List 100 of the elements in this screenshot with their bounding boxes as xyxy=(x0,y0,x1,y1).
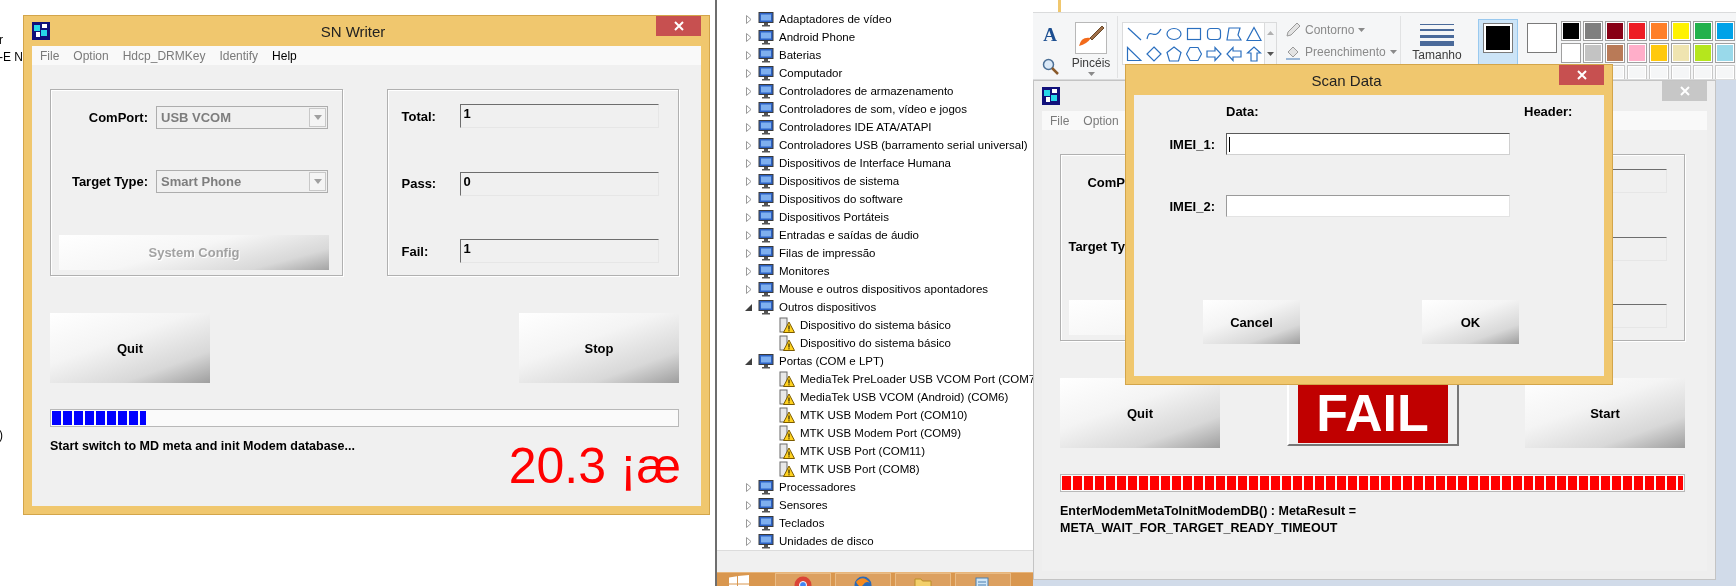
input-field[interactable] xyxy=(1226,195,1510,217)
tree-item[interactable]: Processadores xyxy=(779,481,856,493)
up-arrow-icon[interactable] xyxy=(1246,46,1262,62)
palette-swatch[interactable] xyxy=(1715,65,1735,79)
pentagon-icon[interactable] xyxy=(1166,46,1182,62)
text-tool[interactable]: A xyxy=(1043,25,1057,44)
tree-item[interactable]: Dispositivos de Interface Humana xyxy=(779,157,951,169)
magnifier-icon[interactable] xyxy=(1041,58,1059,75)
tree-item[interactable]: Controladores IDE ATA/ATAPI xyxy=(779,121,932,133)
ellipse-icon[interactable] xyxy=(1166,26,1182,42)
dialog-button[interactable]: Cancel xyxy=(1203,300,1300,344)
triangle-icon[interactable] xyxy=(1246,26,1262,42)
polygon-icon[interactable] xyxy=(1226,26,1242,42)
palette-swatch[interactable] xyxy=(1693,21,1713,41)
tree-item[interactable]: Controladores de som, vídeo e jogos xyxy=(779,103,967,115)
palette-swatch[interactable] xyxy=(1715,21,1735,41)
palette-swatch[interactable] xyxy=(1561,21,1581,41)
rounded-rectangle-icon[interactable] xyxy=(1206,26,1222,42)
caret-icon xyxy=(1087,72,1095,76)
action-button[interactable]: Stop xyxy=(519,313,679,383)
tree-item[interactable]: Dispositivos de sistema xyxy=(779,175,900,187)
palette-swatch[interactable] xyxy=(1561,43,1581,63)
brushes-button[interactable]: Pincéis xyxy=(1068,13,1114,79)
input-field[interactable] xyxy=(1226,133,1510,155)
left-arrow-icon[interactable] xyxy=(1226,46,1242,62)
field-label: IMEI_2: xyxy=(1168,198,1215,214)
close-button[interactable] xyxy=(1559,65,1604,85)
scroll-up-icon[interactable] xyxy=(1267,31,1274,36)
palette-swatch[interactable] xyxy=(1693,65,1713,79)
tree-item[interactable]: Portas (COM e LPT) xyxy=(779,355,884,367)
brush-icon xyxy=(1075,22,1107,54)
scroll-down-icon[interactable] xyxy=(1267,51,1274,56)
field-label: IMEI_1: xyxy=(1168,136,1215,152)
menu-item[interactable]: Help xyxy=(265,48,304,63)
tree-item[interactable]: Dispositivos do software xyxy=(779,193,903,205)
palette-swatch[interactable] xyxy=(1715,43,1735,63)
tree-item[interactable]: Adaptadores de vídeo xyxy=(779,13,892,25)
action-button[interactable]: Quit xyxy=(50,313,210,383)
monitor-icon xyxy=(758,263,774,279)
column-header: Header: xyxy=(1524,104,1573,120)
right-arrow-icon[interactable] xyxy=(1206,46,1222,62)
palette-swatch[interactable] xyxy=(1671,43,1691,63)
palette-swatch[interactable] xyxy=(1627,65,1647,79)
tree-item[interactable]: Android Phone xyxy=(779,31,856,43)
close-button[interactable] xyxy=(656,16,701,36)
tree-item[interactable]: Sensores xyxy=(779,499,828,511)
palette-swatch[interactable] xyxy=(1693,43,1713,63)
tree-item[interactable]: Teclados xyxy=(779,517,825,529)
tree-item[interactable]: Outros dispositivos xyxy=(779,301,877,313)
palette-swatch[interactable] xyxy=(1627,43,1647,63)
monitor-icon xyxy=(758,65,774,81)
expander-icon[interactable] xyxy=(745,356,753,366)
tree-item[interactable]: Controladores USB (barramento serial universal) xyxy=(779,139,1028,151)
field-label: Target Type: xyxy=(70,174,148,189)
tree-item[interactable]: Dispositivo do sistema básico xyxy=(800,319,951,331)
tree-item[interactable]: Computador xyxy=(779,67,843,79)
monitor-icon xyxy=(758,173,774,189)
palette-swatch[interactable] xyxy=(1605,43,1625,63)
palette-swatch[interactable] xyxy=(1671,65,1691,79)
diamond-icon[interactable] xyxy=(1146,46,1162,62)
tree-item[interactable]: MTK USB Port (COM8) xyxy=(800,463,920,475)
counter-field: 1 xyxy=(459,104,659,128)
palette-swatch[interactable] xyxy=(1649,43,1669,63)
palette-swatch[interactable] xyxy=(1649,21,1669,41)
tree-item[interactable]: Filas de impressão xyxy=(779,247,876,259)
monitor-icon xyxy=(758,191,774,207)
hexagon-icon[interactable] xyxy=(1186,46,1202,62)
scrollbar[interactable] xyxy=(717,550,1033,572)
palette-swatch[interactable] xyxy=(1649,65,1669,79)
monitor-icon xyxy=(758,209,774,225)
rectangle-icon[interactable] xyxy=(1186,26,1202,42)
monitor-icon xyxy=(758,479,774,495)
tree-item[interactable]: MediaTek USB VCOM (Android) (COM6) xyxy=(800,391,1009,403)
tree-item[interactable]: MTK USB Modem Port (COM9) xyxy=(800,427,962,439)
app-icon xyxy=(1042,87,1060,105)
tree-item[interactable]: Mouse e outros dispositivos apontadores xyxy=(779,283,989,295)
curve-icon[interactable] xyxy=(1146,26,1162,42)
size-button[interactable]: Tamanho xyxy=(1413,13,1461,69)
tree-item[interactable]: MediaTek PreLoader USB VCOM Port (COM7 xyxy=(800,373,1036,385)
window-title: Scan Data xyxy=(1310,71,1383,89)
tree-item[interactable]: Entradas e saídas de áudio xyxy=(779,229,920,241)
monitor-icon xyxy=(758,227,774,243)
palette-swatch[interactable] xyxy=(1671,21,1691,41)
palette-swatch[interactable] xyxy=(1583,21,1603,41)
palette-swatch[interactable] xyxy=(1605,21,1625,41)
tree-item[interactable]: MTK USB Modem Port (COM10) xyxy=(800,409,968,421)
tree-item[interactable]: Dispositivos Portáteis xyxy=(779,211,889,223)
tree-item[interactable]: Dispositivo do sistema básico xyxy=(800,337,951,349)
tree-item[interactable]: Unidades de disco xyxy=(779,535,874,547)
field-label: Target Ty xyxy=(1067,239,1125,254)
tree-item[interactable]: Baterias xyxy=(779,49,822,61)
right-triangle-icon[interactable] xyxy=(1126,46,1142,62)
palette-swatch[interactable] xyxy=(1627,21,1647,41)
tree-item[interactable]: Controladores de armazenamento xyxy=(779,85,954,97)
dialog-button[interactable]: OK xyxy=(1422,300,1519,344)
line-icon[interactable] xyxy=(1126,26,1142,42)
tree-item[interactable]: MTK USB Port (COM11) xyxy=(800,445,926,457)
expander-icon[interactable] xyxy=(745,302,753,312)
tree-item[interactable]: Monitores xyxy=(779,265,830,277)
palette-swatch[interactable] xyxy=(1583,43,1603,63)
